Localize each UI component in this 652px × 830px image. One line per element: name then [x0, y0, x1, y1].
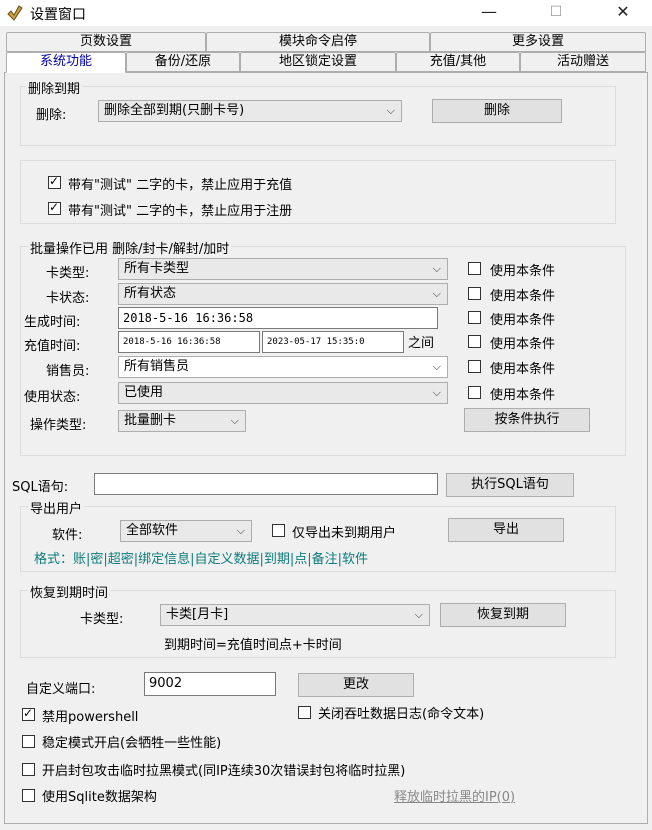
- use-condition-use-status-checkbox[interactable]: [468, 386, 481, 399]
- card-status-select[interactable]: 所有状态 ⌵: [118, 283, 448, 305]
- flood-blacklist-label: 开启封包攻击临时拉黑模式(同IP连续30次错误封包将临时拉黑): [42, 764, 406, 779]
- seller-label: 销售员:: [46, 364, 90, 379]
- use-status-value: 已使用: [124, 385, 164, 400]
- software-value: 全部软件: [126, 523, 179, 538]
- recharge-time-label: 充值时间:: [24, 339, 81, 354]
- tab-more-settings[interactable]: 更多设置: [430, 32, 646, 52]
- restore-formula: 到期时间=充值时间点+卡时间: [164, 638, 342, 653]
- sql-label: SQL语句:: [12, 480, 69, 495]
- restore-card-type-select[interactable]: 卡类[月卡] ⌵: [160, 604, 430, 626]
- delete-expired-label: 删除到期: [26, 78, 83, 97]
- execute-condition-button[interactable]: 按条件执行: [464, 408, 590, 432]
- maximize-button[interactable]: ☐: [533, 0, 579, 26]
- op-type-value: 批量删卡: [124, 413, 177, 428]
- restore-button[interactable]: 恢复到期: [440, 603, 566, 627]
- chevron-down-icon: ⌵: [432, 360, 441, 373]
- use-condition-label: 使用本条件: [490, 313, 556, 328]
- software-label: 软件:: [52, 528, 83, 543]
- sql-input[interactable]: [94, 473, 438, 495]
- use-condition-label: 使用本条件: [490, 362, 556, 377]
- use-condition-card-type-checkbox[interactable]: [468, 262, 481, 275]
- use-condition-card-status-checkbox[interactable]: [468, 287, 481, 300]
- seller-value: 所有销售员: [124, 359, 190, 374]
- use-condition-label: 使用本条件: [490, 337, 556, 352]
- port-label: 自定义端口:: [26, 682, 96, 697]
- tab-module-commands[interactable]: 模块命令启停: [206, 32, 430, 52]
- delete-mode-value: 删除全部到期(只删卡号): [104, 103, 245, 118]
- delete-label: 删除:: [36, 108, 67, 123]
- use-condition-gen-time-checkbox[interactable]: [468, 311, 481, 324]
- minimize-button[interactable]: —: [466, 0, 512, 26]
- release-ip-link[interactable]: 释放临时拉黑的IP(0): [394, 786, 515, 805]
- stable-mode-checkbox[interactable]: [22, 735, 35, 748]
- gen-time-label: 生成时间:: [24, 315, 81, 330]
- stable-mode-label: 稳定模式开启(会牺牲一些性能): [42, 736, 222, 751]
- use-sqlite-checkbox[interactable]: [22, 789, 35, 802]
- export-label: 导出用户: [28, 498, 85, 517]
- use-sqlite-label: 使用Sqlite数据架构: [42, 790, 157, 805]
- port-input[interactable]: 9002: [144, 672, 276, 696]
- close-button[interactable]: ✕: [600, 0, 646, 26]
- chevron-down-icon: ⌵: [386, 104, 395, 117]
- use-status-select[interactable]: 已使用 ⌵: [118, 382, 448, 404]
- use-condition-label: 使用本条件: [490, 388, 556, 403]
- chevron-down-icon: ⌵: [432, 386, 441, 399]
- chevron-down-icon: ⌵: [432, 287, 441, 300]
- tab-event-gifts[interactable]: 活动赠送: [520, 52, 646, 72]
- chevron-down-icon: ⌵: [414, 608, 423, 621]
- card-type-select[interactable]: 所有卡类型 ⌵: [118, 258, 448, 280]
- op-type-select[interactable]: 批量删卡 ⌵: [118, 410, 246, 432]
- flood-blacklist-checkbox[interactable]: [22, 763, 35, 776]
- op-type-label: 操作类型:: [30, 418, 87, 433]
- chevron-down-icon: ⌵: [236, 524, 245, 537]
- tab-region-lock[interactable]: 地区锁定设置: [240, 52, 396, 72]
- disable-powershell-checkbox[interactable]: [22, 706, 35, 721]
- unexpired-only-checkbox[interactable]: [272, 524, 285, 537]
- chevron-down-icon: ⌵: [432, 262, 441, 275]
- use-status-label: 使用状态:: [24, 390, 81, 405]
- execute-sql-button[interactable]: 执行SQL语句: [446, 473, 574, 497]
- recharge-to-input[interactable]: 2023-05-17 15:35:0: [262, 331, 404, 353]
- restore-card-type-value: 卡类[月卡]: [166, 607, 229, 622]
- recharge-from-input[interactable]: 2018-5-16 16:36:58: [118, 331, 260, 353]
- card-status-value: 所有状态: [124, 286, 177, 301]
- delete-mode-select[interactable]: 删除全部到期(只删卡号) ⌵: [98, 100, 402, 122]
- tab-recharge-other[interactable]: 充值/其他: [396, 52, 520, 72]
- use-condition-seller-checkbox[interactable]: [468, 360, 481, 373]
- unexpired-only-label: 仅导出未到期用户: [292, 526, 397, 541]
- card-type-value: 所有卡类型: [124, 261, 190, 276]
- batch-label: 批量操作已用 删除/封卡/解封/加时: [28, 238, 232, 257]
- card-type-label: 卡类型:: [46, 266, 90, 281]
- chevron-down-icon: ⌵: [230, 414, 239, 427]
- delete-button[interactable]: 删除: [432, 99, 562, 123]
- block-test-recharge-label: 带有"测试" 二字的卡，禁止应用于充值: [68, 178, 293, 193]
- export-format-text: 格式：账|密|超密|绑定信息|自定义数据|到期|点|备注|软件: [34, 552, 369, 567]
- block-test-recharge-checkbox[interactable]: [48, 174, 61, 189]
- between-label: 之间: [408, 336, 435, 351]
- restore-label: 恢复到期时间: [28, 582, 111, 601]
- card-status-label: 卡状态:: [46, 291, 90, 306]
- tab-page-settings[interactable]: 页数设置: [6, 32, 206, 52]
- use-condition-recharge-time-checkbox[interactable]: [468, 335, 481, 348]
- export-button[interactable]: 导出: [448, 518, 564, 542]
- use-condition-label: 使用本条件: [490, 264, 556, 279]
- seller-select[interactable]: 所有销售员 ⌵: [118, 356, 448, 378]
- tab-system-functions[interactable]: 系统功能: [6, 52, 126, 73]
- disable-powershell-label: 禁用powershell: [42, 710, 139, 725]
- close-log-checkbox[interactable]: [298, 706, 311, 719]
- block-test-register-label: 带有"测试" 二字的卡，禁止应用于注册: [68, 204, 293, 219]
- tab-backup-restore[interactable]: 备份/还原: [126, 52, 240, 72]
- window-title: 设置窗口: [30, 7, 86, 23]
- block-test-register-checkbox[interactable]: [48, 200, 61, 215]
- gen-time-input[interactable]: 2018-5-16 16:36:58: [118, 307, 438, 329]
- close-log-label: 关闭吞吐数据日志(命令文本): [318, 707, 485, 722]
- software-select[interactable]: 全部软件 ⌵: [120, 520, 252, 542]
- change-port-button[interactable]: 更改: [298, 673, 414, 697]
- app-icon: [6, 4, 24, 22]
- use-condition-label: 使用本条件: [490, 289, 556, 304]
- restore-card-type-label: 卡类型:: [80, 612, 124, 627]
